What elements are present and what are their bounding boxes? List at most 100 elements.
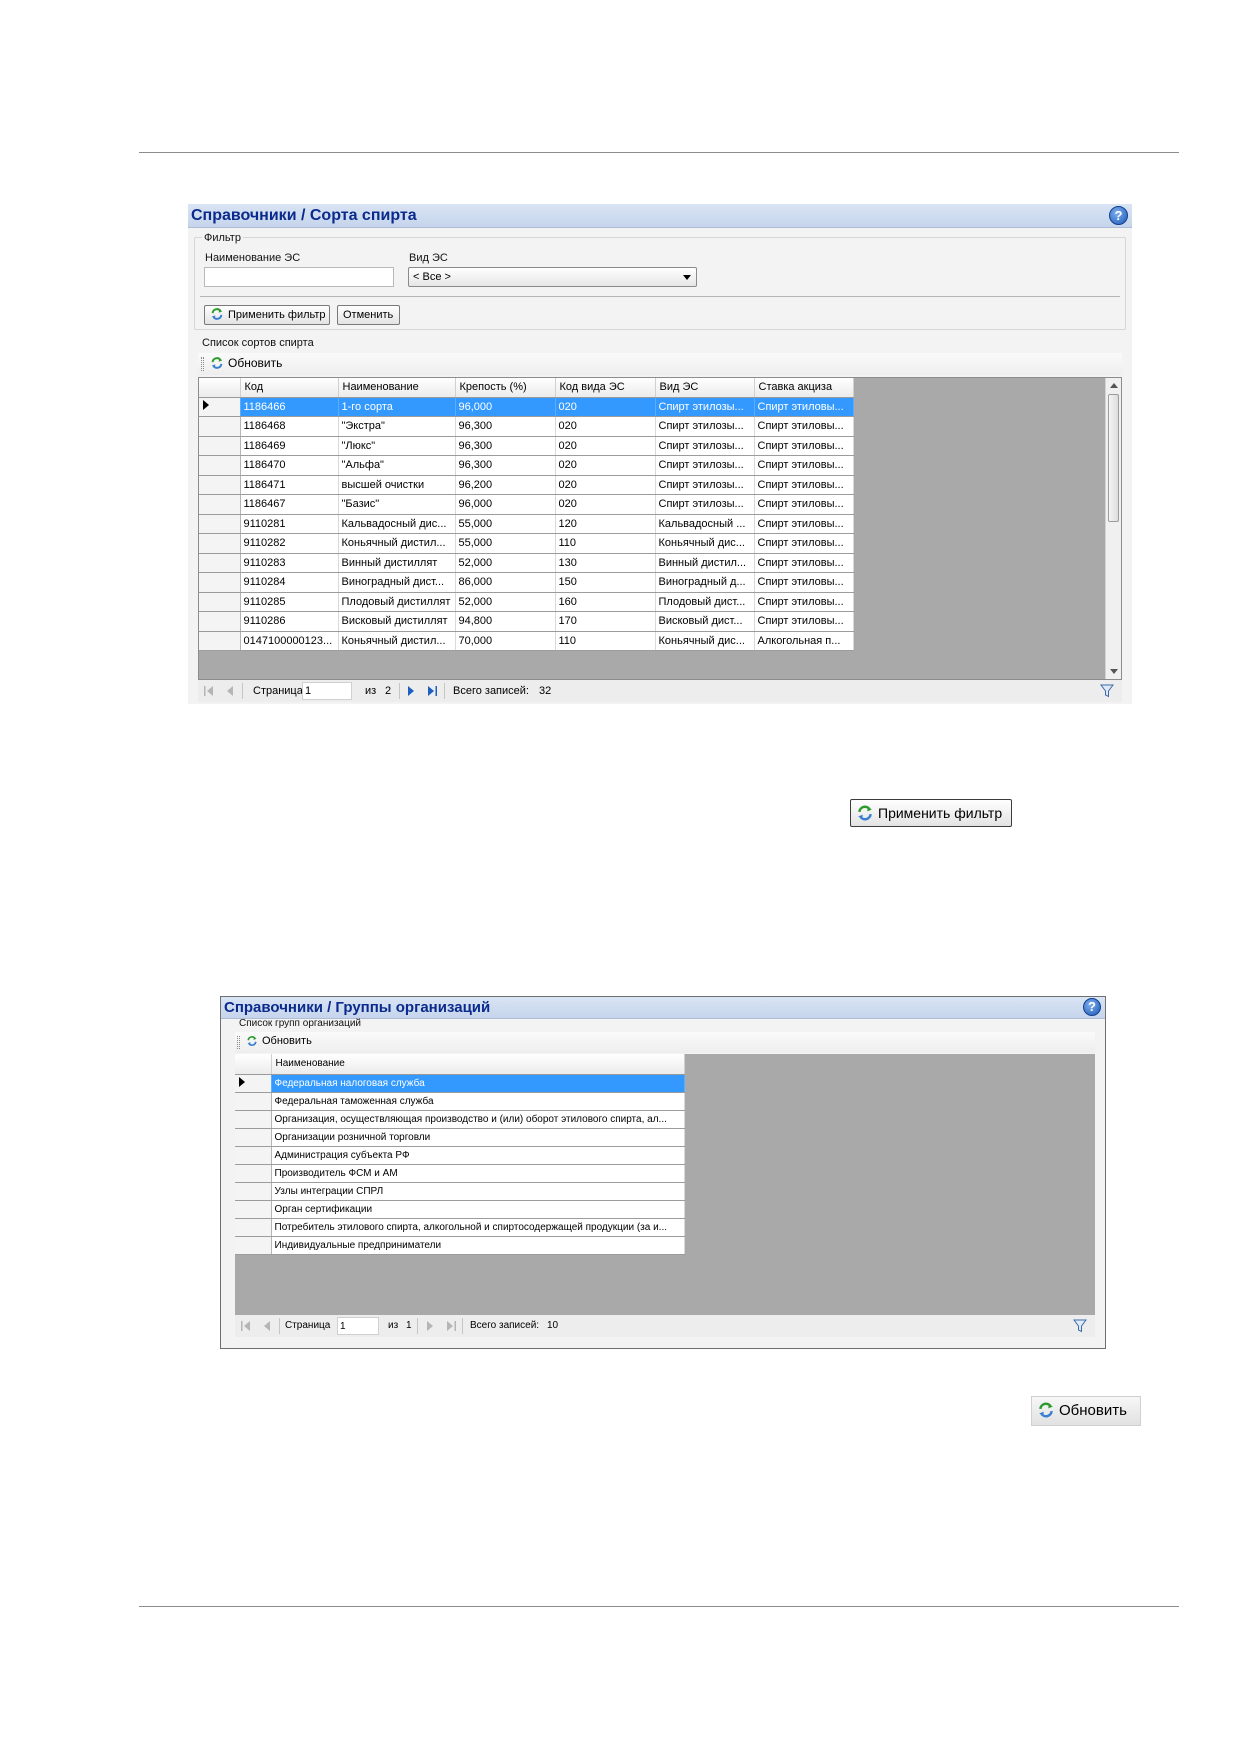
table-cell[interactable]: 70,000 [455, 631, 556, 651]
table-row[interactable]: Организация, осуществляющая производство… [235, 1110, 685, 1129]
table-cell[interactable]: Плодовый дистиллят [338, 592, 456, 612]
table-cell[interactable]: Коньячный дис... [655, 631, 755, 651]
table-cell[interactable]: Алкогольная п... [754, 631, 854, 651]
last-page-icon[interactable] [445, 1320, 457, 1332]
table-row[interactable]: Федеральная налоговая служба [235, 1074, 685, 1093]
help-icon[interactable]: ? [1109, 206, 1128, 225]
row-header[interactable] [235, 1146, 272, 1165]
table-cell[interactable]: "Люкс" [338, 436, 456, 456]
table-row[interactable]: 9110281 Кальвадосный дис... 55,000 120 Кальв… [199, 514, 854, 534]
refresh-button-sample[interactable]: Обновить [1031, 1396, 1141, 1426]
table-cell[interactable]: 020 [555, 416, 656, 437]
row-header[interactable] [235, 1074, 272, 1093]
prev-page-icon[interactable] [224, 685, 236, 697]
table-cell[interactable]: "Экстра" [338, 416, 456, 437]
table-cell[interactable]: Коньячный дис... [655, 533, 755, 554]
table-cell[interactable]: "Базис" [338, 494, 456, 515]
row-header[interactable] [199, 592, 241, 612]
help-icon[interactable]: ? [1083, 998, 1101, 1016]
type-filter-select[interactable]: < Все > [408, 267, 697, 287]
toolbar-grip[interactable] [237, 1036, 240, 1049]
row-header[interactable] [199, 553, 241, 573]
table-cell[interactable]: 0147100000123... [240, 631, 339, 651]
first-page-icon[interactable] [203, 685, 215, 697]
table-row[interactable]: Потребитель этилового спирта, алкогольно… [235, 1218, 685, 1237]
column-header[interactable]: Вид ЭС [655, 378, 755, 398]
table-cell[interactable]: 170 [555, 611, 656, 632]
table-cell[interactable]: Спирт этиловы... [754, 436, 854, 456]
vertical-scrollbar[interactable] [1105, 378, 1121, 679]
row-header[interactable] [199, 611, 241, 632]
table-cell[interactable]: 120 [555, 514, 656, 534]
table-cell[interactable]: Производитель ФСМ и АМ [271, 1164, 685, 1183]
table-cell[interactable]: Плодовый дист... [655, 592, 755, 612]
table-cell[interactable]: Коньячный дистил... [338, 631, 456, 651]
table-cell[interactable]: Спирт этиловы... [754, 553, 854, 573]
table-cell[interactable]: 020 [555, 475, 656, 495]
funnel-icon[interactable] [1100, 684, 1114, 698]
scroll-down-icon[interactable] [1110, 669, 1118, 674]
table-row[interactable]: Орган сертификации [235, 1200, 685, 1219]
table-row[interactable]: 1186471 высшей очистки 96,200 020 Спирт этил… [199, 475, 854, 495]
table-cell[interactable]: 160 [555, 592, 656, 612]
table-cell[interactable]: Спирт этиловы... [754, 455, 854, 476]
row-header[interactable] [199, 475, 241, 495]
column-header[interactable]: Наименование [271, 1054, 685, 1075]
table-cell[interactable]: 1186471 [240, 475, 339, 495]
table-cell[interactable]: Спирт этилозы... [655, 455, 755, 476]
table-cell[interactable]: 9110281 [240, 514, 339, 534]
table-cell[interactable]: Администрация субъекта РФ [271, 1146, 685, 1165]
row-header[interactable] [235, 1110, 272, 1129]
table-row[interactable]: 1186470 "Альфа" 96,300 020 Спирт этилозы... С… [199, 455, 854, 476]
next-page-icon[interactable] [424, 1320, 436, 1332]
row-header[interactable] [199, 416, 241, 437]
apply-filter-button-sample[interactable]: Применить фильтр [850, 799, 1012, 827]
table-cell[interactable]: 96,000 [455, 494, 556, 515]
table-cell[interactable]: 1186466 [240, 397, 339, 417]
table-cell[interactable]: Спирт этилозы... [655, 475, 755, 495]
table-row[interactable]: 9110282 Коньячный дистил... 55,000 110 Конья… [199, 533, 854, 554]
table-cell[interactable]: Спирт этилозы... [655, 397, 755, 417]
table-row[interactable]: 1186467 "Базис" 96,000 020 Спирт этилозы... С… [199, 494, 854, 515]
row-header[interactable] [199, 572, 241, 593]
table-row[interactable]: 1186469 "Люкс" 96,300 020 Спирт этилозы... Сп… [199, 436, 854, 456]
table-cell[interactable]: 110 [555, 631, 656, 651]
table-row[interactable]: 9110284 Виноградный дист... 86,000 150 Виног… [199, 572, 854, 593]
scroll-thumb[interactable] [1108, 394, 1119, 522]
table-cell[interactable]: Висковый дистиллят [338, 611, 456, 632]
last-page-icon[interactable] [426, 685, 438, 697]
apply-filter-button[interactable]: Применить фильтр [204, 305, 330, 325]
table-cell[interactable]: 1186468 [240, 416, 339, 437]
table-cell[interactable]: 1186470 [240, 455, 339, 476]
table-row[interactable]: 9110286 Висковый дистиллят 94,800 170 Висков… [199, 611, 854, 632]
table-cell[interactable]: Винный дистиллят [338, 553, 456, 573]
row-header[interactable] [235, 1092, 272, 1111]
table-cell[interactable]: Индивидуальные предприниматели [271, 1236, 685, 1255]
table-cell[interactable]: Кальвадосный ... [655, 514, 755, 534]
table-cell[interactable]: Федеральная налоговая служба [271, 1074, 685, 1093]
table-cell[interactable]: 020 [555, 494, 656, 515]
table-cell[interactable]: Спирт этиловы... [754, 475, 854, 495]
table-row[interactable]: 9110285 Плодовый дистиллят 52,000 160 Плодов… [199, 592, 854, 612]
table-row[interactable]: 0147100000123... Коньячный дистил... 70,00… [199, 631, 854, 651]
table-cell[interactable]: Виноградный д... [655, 572, 755, 593]
row-header[interactable] [235, 1164, 272, 1183]
row-header[interactable] [199, 397, 241, 417]
page-number-input[interactable] [302, 682, 352, 700]
table-cell[interactable]: 94,800 [455, 611, 556, 632]
table-row[interactable]: Администрация субъекта РФ [235, 1146, 685, 1165]
row-header[interactable] [199, 533, 241, 554]
table-cell[interactable]: 110 [555, 533, 656, 554]
table-row[interactable]: Федеральная таможенная служба [235, 1092, 685, 1111]
table-cell[interactable]: Федеральная таможенная служба [271, 1092, 685, 1111]
column-header[interactable]: Крепость (%) [455, 378, 556, 398]
table-row[interactable]: 9110283 Винный дистиллят 52,000 130 Винный д… [199, 553, 854, 573]
table-cell[interactable]: 86,000 [455, 572, 556, 593]
table-cell[interactable]: 55,000 [455, 533, 556, 554]
row-header[interactable] [199, 455, 241, 476]
table-row[interactable]: Индивидуальные предприниматели [235, 1236, 685, 1255]
table-cell[interactable]: 52,000 [455, 592, 556, 612]
table-cell[interactable]: 55,000 [455, 514, 556, 534]
table-cell[interactable]: Спирт этилозы... [655, 494, 755, 515]
table-cell[interactable]: 96,300 [455, 455, 556, 476]
